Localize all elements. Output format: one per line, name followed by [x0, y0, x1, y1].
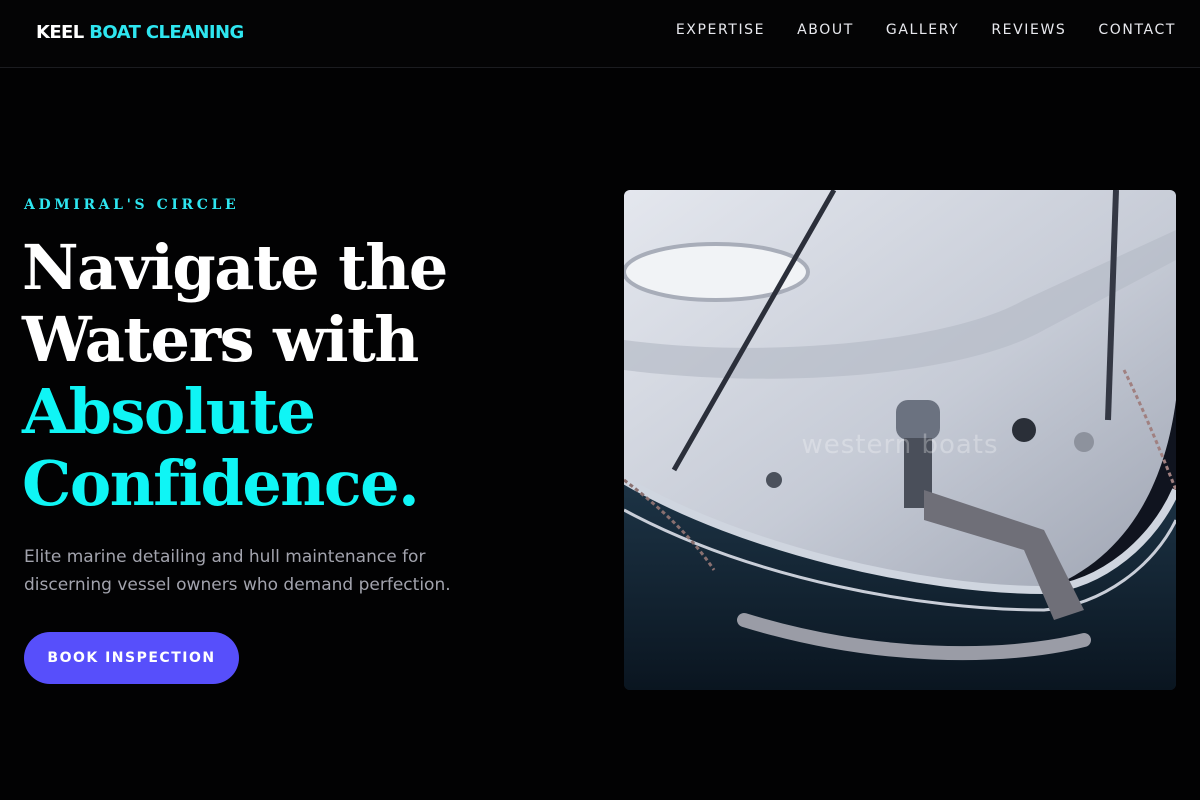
hero-eyebrow: ADMIRAL'S CIRCLE [24, 197, 240, 213]
nav-link-about[interactable]: ABOUT [797, 22, 854, 38]
headline-line-1: Navigate the [22, 231, 448, 304]
book-inspection-button[interactable]: BOOK INSPECTION [24, 632, 239, 684]
nav-link-gallery[interactable]: GALLERY [886, 22, 959, 38]
site-header: KEEL BOAT CLEANING EXPERTISE ABOUT GALLE… [0, 0, 1200, 68]
logo-accent: BOAT CLEANING [89, 22, 244, 43]
main-nav: EXPERTISE ABOUT GALLERY REVIEWS CONTACT [676, 22, 1176, 38]
headline-line-2: Waters with [22, 303, 419, 376]
lead-line-2: discerning vessel owners who demand perf… [24, 575, 451, 595]
nav-link-expertise[interactable]: EXPERTISE [676, 22, 765, 38]
headline-line-4: Confidence. [22, 447, 420, 520]
hero-boat-image: western boats [624, 190, 1176, 690]
lead-line-1: Elite marine detailing and hull maintena… [24, 547, 426, 567]
site-logo[interactable]: KEEL BOAT CLEANING [36, 22, 244, 43]
logo-word: KEEL [36, 22, 84, 43]
nav-link-reviews[interactable]: REVIEWS [991, 22, 1066, 38]
nav-link-contact[interactable]: CONTACT [1098, 22, 1176, 38]
boat-bow-illustration [624, 190, 1176, 690]
headline-line-3: Absolute [22, 375, 316, 448]
hero-headline: Navigate the Waters with Absolute Confid… [22, 231, 448, 520]
hero-lead: Elite marine detailing and hull maintena… [24, 543, 494, 599]
